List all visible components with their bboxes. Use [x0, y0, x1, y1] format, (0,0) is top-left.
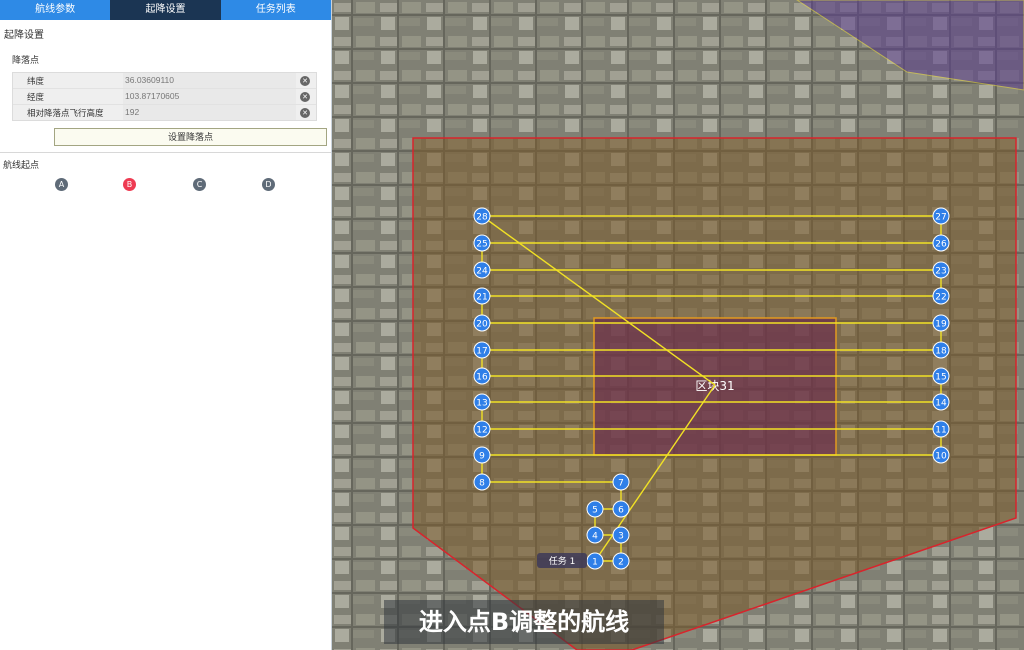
map-view[interactable]: 区块31 1 2 3 4 5 6 7 8 9 10 11 12 13 14 15 16 17 18 19 20 21 22… [332, 0, 1024, 650]
latitude-row: 纬度 36.03609110 ✕ [13, 73, 316, 89]
waypoint-label: 20 [476, 320, 488, 330]
tab-takeoff-landing[interactable]: 起降设置 [110, 0, 221, 20]
waypoint-13[interactable]: 13 [473, 393, 491, 411]
panel-title: 起降设置 [4, 30, 44, 41]
divider [0, 152, 331, 153]
clear-latitude-icon[interactable]: ✕ [300, 75, 310, 86]
route-start-label: 航线起点 [3, 161, 40, 171]
waypoint-16[interactable]: 16 [473, 367, 491, 385]
waypoint-19[interactable]: 19 [932, 314, 950, 332]
waypoint-21[interactable]: 21 [473, 287, 491, 305]
waypoint-7[interactable]: 7 [612, 473, 630, 491]
waypoint-label: 4 [592, 532, 598, 542]
latitude-label: 纬度 [27, 76, 45, 87]
waypoint-label: 10 [935, 452, 947, 462]
set-landing-point-button[interactable]: 设置降落点 [54, 128, 327, 146]
waypoint-14[interactable]: 14 [932, 393, 950, 411]
waypoint-label: 9 [479, 452, 485, 462]
waypoint-label: 8 [479, 479, 485, 489]
waypoint-label: 11 [935, 426, 946, 436]
longitude-input[interactable]: 103.87170605 [123, 89, 296, 104]
longitude-row: 经度 103.87170605 ✕ [13, 89, 316, 105]
waypoint-label: 13 [476, 399, 487, 409]
waypoint-10[interactable]: 10 [932, 446, 950, 464]
waypoint-17[interactable]: 17 [473, 341, 491, 359]
waypoint-label: 7 [618, 479, 624, 489]
waypoint-label: 18 [935, 347, 947, 357]
waypoint-20[interactable]: 20 [473, 314, 491, 332]
altitude-label: 相对降落点飞行高度 [27, 108, 104, 119]
tab-route-params[interactable]: 航线参数 [0, 0, 111, 20]
waypoint-label: 6 [618, 506, 624, 516]
altitude-row: 相对降落点飞行高度 192 ✕ [13, 105, 316, 120]
waypoint-12[interactable]: 12 [473, 420, 491, 438]
waypoint-2[interactable]: 2 [612, 552, 630, 570]
start-point-b[interactable]: B [123, 178, 136, 191]
waypoint-label: 23 [935, 267, 946, 277]
waypoint-23[interactable]: 23 [932, 261, 950, 279]
waypoint-label: 3 [618, 532, 624, 542]
waypoint-label: 27 [935, 213, 946, 223]
waypoint-6[interactable]: 6 [612, 500, 630, 518]
waypoint-label: 2 [618, 558, 624, 568]
waypoint-label: 24 [476, 267, 488, 277]
task-label: 任务 1 [549, 555, 576, 567]
waypoint-11[interactable]: 11 [932, 420, 950, 438]
start-point-c[interactable]: C [193, 178, 206, 191]
altitude-input[interactable]: 192 [123, 105, 296, 120]
waypoint-label: 1 [592, 558, 598, 568]
waypoint-18[interactable]: 18 [932, 341, 950, 359]
left-panel: 航线参数 起降设置 任务列表 起降设置 降落点 纬度 36.03609110 ✕… [0, 0, 332, 650]
start-point-d[interactable]: D [262, 178, 275, 191]
waypoint-label: 12 [476, 426, 487, 436]
waypoint-15[interactable]: 15 [932, 367, 950, 385]
waypoint-label: 19 [935, 320, 947, 330]
waypoint-1[interactable]: 1 [586, 552, 604, 570]
waypoint-label: 25 [476, 240, 487, 250]
waypoint-9[interactable]: 9 [473, 446, 491, 464]
waypoint-22[interactable]: 22 [932, 287, 950, 305]
landing-point-fields: 纬度 36.03609110 ✕ 经度 103.87170605 ✕ 相对降落点… [12, 72, 317, 121]
waypoint-28[interactable]: 28 [473, 207, 491, 225]
clear-longitude-icon[interactable]: ✕ [300, 91, 310, 102]
video-caption: 进入点B调整的航线 [384, 600, 664, 644]
waypoint-8[interactable]: 8 [473, 473, 491, 491]
waypoint-5[interactable]: 5 [586, 500, 604, 518]
waypoint-label: 14 [935, 399, 947, 409]
tab-task-list[interactable]: 任务列表 [220, 0, 331, 20]
waypoint-27[interactable]: 27 [932, 207, 950, 225]
waypoint-label: 16 [476, 373, 488, 383]
waypoint-25[interactable]: 25 [473, 234, 491, 252]
waypoint-26[interactable]: 26 [932, 234, 950, 252]
tab-bar: 航线参数 起降设置 任务列表 [0, 0, 331, 20]
waypoint-label: 5 [592, 506, 598, 516]
waypoint-label: 22 [935, 293, 946, 303]
start-point-a[interactable]: A [55, 178, 68, 191]
waypoint-label: 28 [476, 213, 488, 223]
latitude-input[interactable]: 36.03609110 [123, 73, 296, 88]
landing-point-label: 降落点 [12, 56, 40, 66]
longitude-label: 经度 [27, 92, 45, 103]
waypoint-label: 26 [935, 240, 947, 250]
waypoint-label: 21 [476, 293, 487, 303]
waypoint-3[interactable]: 3 [612, 526, 630, 544]
waypoint-label: 15 [935, 373, 946, 383]
waypoint-4[interactable]: 4 [586, 526, 604, 544]
waypoint-label: 17 [476, 347, 487, 357]
clear-altitude-icon[interactable]: ✕ [300, 107, 310, 118]
map-canvas: 区块31 1 2345 6789 10111213 14151617 18192021 22… [332, 0, 1024, 650]
waypoint-24[interactable]: 24 [473, 261, 491, 279]
